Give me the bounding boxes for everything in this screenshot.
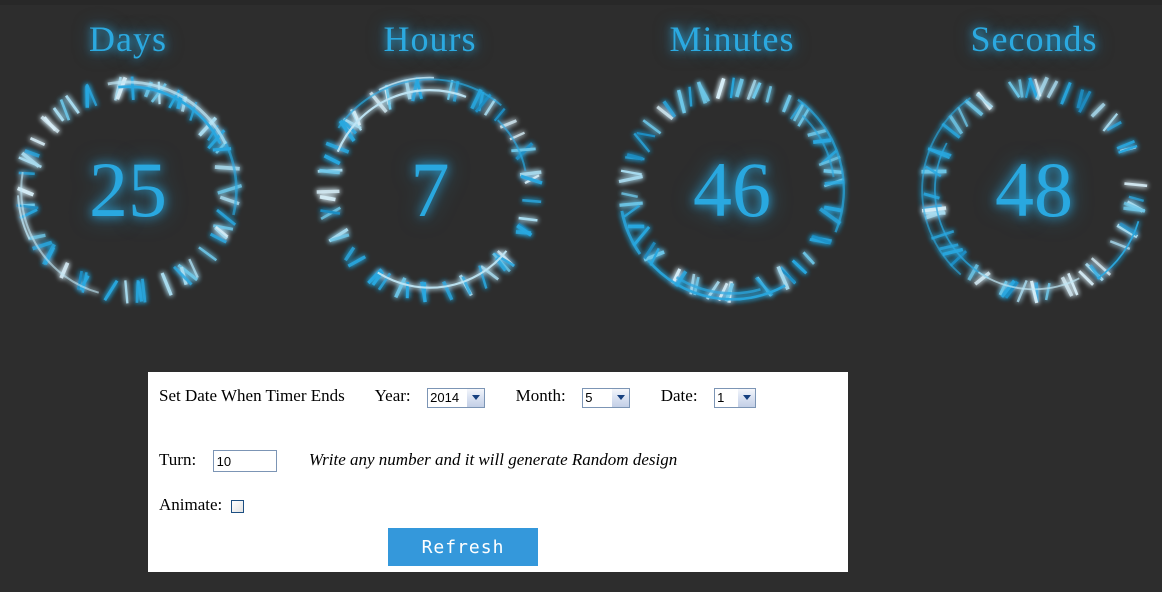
animate-checkbox[interactable] [230,499,244,513]
counter-label-seconds: Seconds [970,19,1098,59]
set-date-heading: Set Date When Timer Ends [159,386,345,405]
date-label: Date: [660,386,698,405]
dial-seconds: 48 [916,72,1152,308]
year-select-wrapper: 2012201320142015201620172018 [427,387,486,408]
dial-hours: 7 [312,72,548,308]
turn-settings-row: Turn: Write any number and it will gener… [159,450,678,473]
animate-settings-row: Animate: [159,495,244,515]
counter-days: Days 25 [0,18,273,348]
dial-ticks-minutes [618,77,846,303]
date-select[interactable]: 12345678910 [714,387,757,408]
turn-label: Turn: [159,450,197,469]
year-select[interactable]: 2012201320142015201620172018 [427,387,486,408]
turn-input[interactable] [212,450,277,473]
date-select-wrapper: 12345678910 [714,387,757,408]
counter-label-minutes: Minutes [669,19,795,59]
settings-panel: Set Date When Timer Ends Year: 201220132… [148,372,848,572]
countdown-counters: Days 25 Hours 7 Minutes 46 Seconds 48 [0,0,1162,345]
counter-hours: Hours 7 [285,18,575,348]
turn-hint-text: Write any number and it will generate Ra… [308,450,678,469]
refresh-button[interactable]: Refresh [388,528,538,566]
dial-ticks-seconds [921,76,1148,304]
month-select-wrapper: 123456789101112 [582,387,631,408]
month-select[interactable]: 123456789101112 [582,387,631,408]
counter-label-days: Days [89,19,167,59]
counter-seconds: Seconds 48 [889,18,1162,348]
dial-ticks-days [16,76,243,304]
counter-minutes: Minutes 46 [587,18,877,348]
dial-days: 25 [10,72,246,308]
animate-label: Animate: [159,495,223,514]
date-settings-row: Set Date When Timer Ends Year: 201220132… [159,386,757,408]
month-label: Month: [515,386,566,405]
dial-ticks-hours [316,76,543,303]
counter-label-hours: Hours [383,19,477,59]
year-label: Year: [374,386,411,405]
dial-minutes: 46 [614,72,850,308]
